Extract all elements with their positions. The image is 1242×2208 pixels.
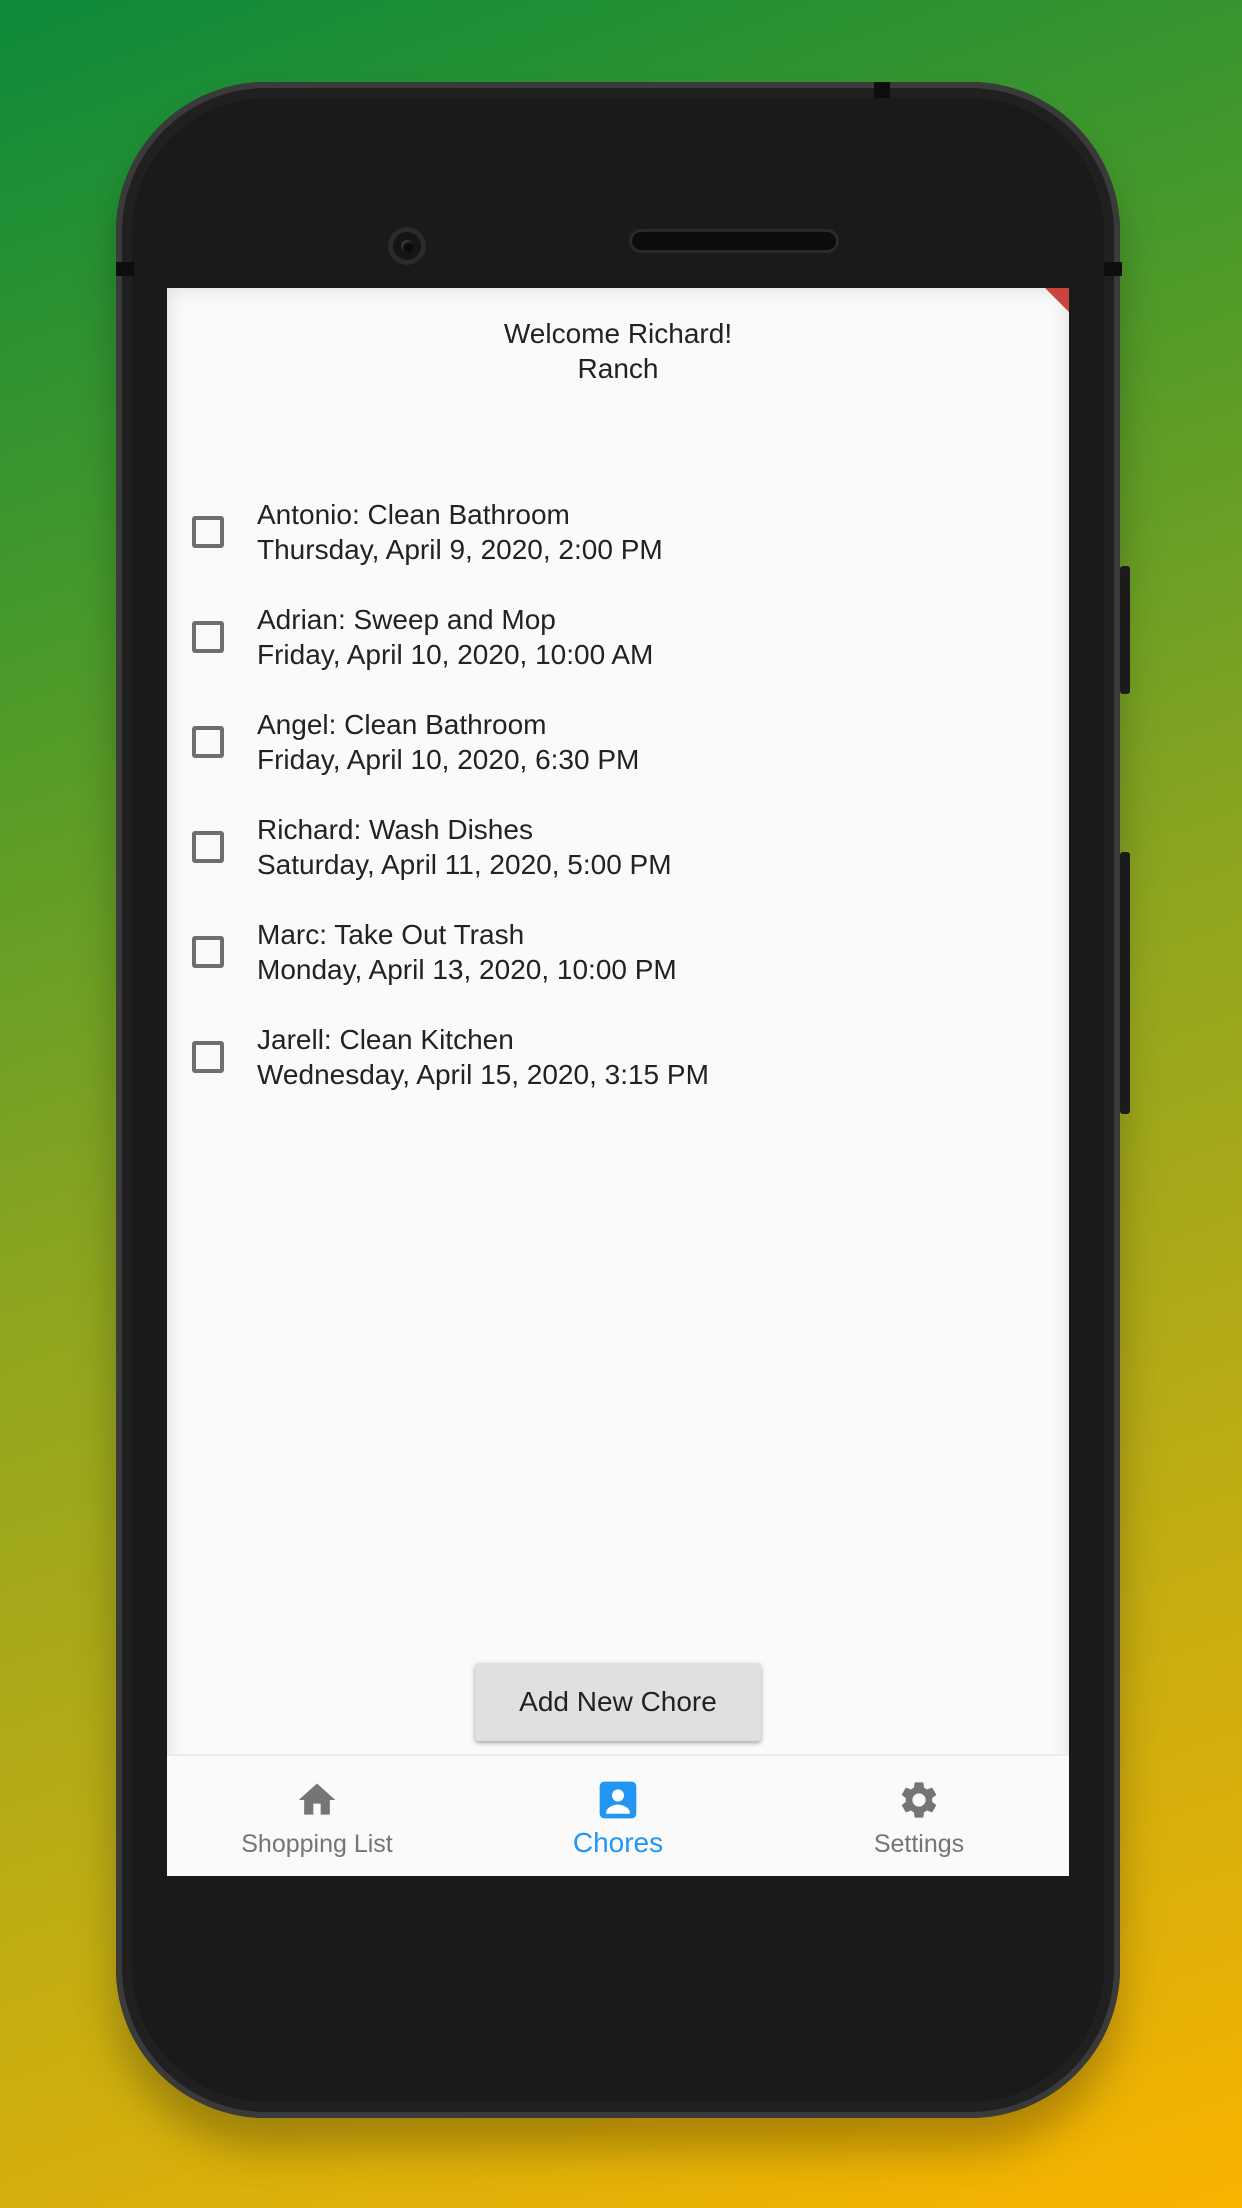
chore-checkbox[interactable] — [192, 516, 224, 548]
chore-checkbox[interactable] — [192, 621, 224, 653]
bottom-navigation-bar: Shopping List Chores Settings — [167, 1754, 1069, 1876]
gear-icon — [901, 1782, 937, 1818]
nav-label: Chores — [572, 1827, 664, 1858]
chore-text: Marc: Take Out Trash Monday, April 13, 2… — [257, 917, 677, 987]
chore-text: Jarell: Clean Kitchen Wednesday, April 1… — [257, 1022, 709, 1092]
power-button — [1120, 852, 1130, 1114]
debug-banner — [1045, 288, 1069, 312]
app-screen: Welcome Richard! Ranch Antonio: Clean Ba… — [167, 288, 1069, 1876]
earpiece-speaker — [632, 232, 836, 250]
nav-label: Settings — [873, 1830, 965, 1858]
volume-up-button — [1120, 566, 1130, 694]
antenna-line — [116, 262, 134, 276]
chore-title: Richard: Wash Dishes — [257, 814, 533, 845]
person-badge-icon — [599, 1781, 637, 1819]
chore-checkbox[interactable] — [192, 1041, 224, 1073]
chore-title: Marc: Take Out Trash — [257, 919, 525, 950]
add-new-chore-button[interactable]: Add New Chore — [475, 1663, 761, 1741]
chore-item: Antonio: Clean Bathroom Thursday, April … — [167, 492, 1069, 597]
chore-due-date: Saturday, April 11, 2020, 5:00 PM — [257, 849, 672, 880]
nav-item-settings[interactable]: Settings — [769, 1756, 1069, 1876]
chore-item: Jarell: Clean Kitchen Wednesday, April 1… — [167, 1017, 1069, 1122]
chore-item: Angel: Clean Bathroom Friday, April 10, … — [167, 702, 1069, 807]
chore-due-date: Friday, April 10, 2020, 6:30 PM — [257, 744, 640, 775]
chore-due-date: Monday, April 13, 2020, 10:00 PM — [257, 954, 677, 985]
chore-title: Angel: Clean Bathroom — [257, 709, 547, 740]
chore-text: Richard: Wash Dishes Saturday, April 11,… — [257, 812, 672, 882]
welcome-text: Welcome Richard! — [503, 318, 733, 349]
page-header: Welcome Richard! Ranch — [167, 316, 1069, 386]
front-camera — [388, 227, 426, 265]
chore-title: Jarell: Clean Kitchen — [257, 1024, 514, 1055]
chore-text: Antonio: Clean Bathroom Thursday, April … — [257, 497, 663, 567]
chore-title: Antonio: Clean Bathroom — [257, 499, 570, 530]
chore-item: Richard: Wash Dishes Saturday, April 11,… — [167, 807, 1069, 912]
antenna-line — [874, 82, 890, 98]
nav-item-chores[interactable]: Chores — [468, 1756, 768, 1876]
chore-due-date: Wednesday, April 15, 2020, 3:15 PM — [257, 1059, 709, 1090]
chore-due-date: Friday, April 10, 2020, 10:00 AM — [257, 639, 654, 670]
chore-item: Marc: Take Out Trash Monday, April 13, 2… — [167, 912, 1069, 1017]
chore-checkbox[interactable] — [192, 831, 224, 863]
chore-item: Adrian: Sweep and Mop Friday, April 10, … — [167, 597, 1069, 702]
home-icon — [298, 1783, 336, 1815]
chore-list: Antonio: Clean Bathroom Thursday, April … — [167, 492, 1069, 1122]
chore-text: Adrian: Sweep and Mop Friday, April 10, … — [257, 602, 653, 672]
chore-text: Angel: Clean Bathroom Friday, April 10, … — [257, 707, 639, 777]
nav-label: Shopping List — [241, 1830, 393, 1858]
chore-checkbox[interactable] — [192, 936, 224, 968]
chore-title: Adrian: Sweep and Mop — [257, 604, 556, 635]
chore-due-date: Thursday, April 9, 2020, 2:00 PM — [257, 534, 663, 565]
chore-checkbox[interactable] — [192, 726, 224, 758]
group-name: Ranch — [577, 353, 659, 384]
nav-item-shopping-list[interactable]: Shopping List — [167, 1756, 467, 1876]
antenna-line — [1104, 262, 1122, 276]
